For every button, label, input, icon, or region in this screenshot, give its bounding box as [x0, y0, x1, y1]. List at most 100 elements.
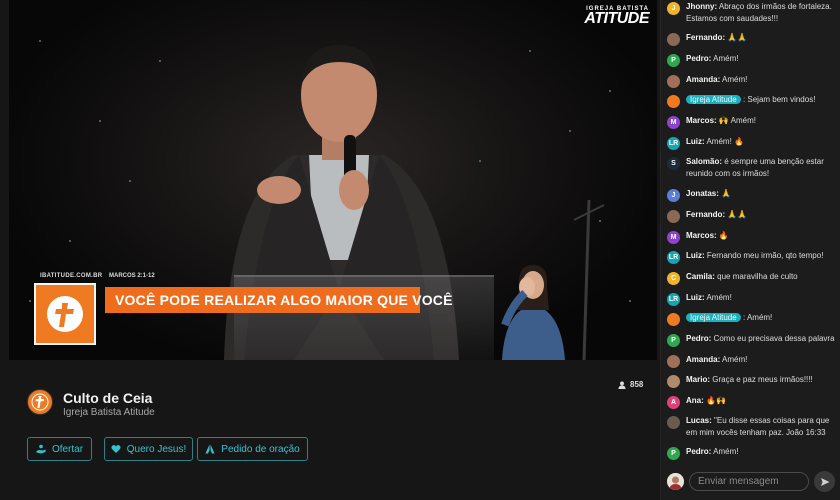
- chat-message-text: Fernando: 🙏🙏: [686, 32, 747, 44]
- chat-message-text: Pedro: Como eu precisava dessa palavra: [686, 333, 835, 345]
- chat-message-body: Amém!: [722, 355, 748, 364]
- chat-author[interactable]: Camila:: [686, 272, 715, 281]
- chat-message-text: Lucas: "Eu disse essas coisas para que e…: [686, 415, 839, 439]
- user-photo-icon: [667, 473, 684, 490]
- chat-author[interactable]: Fernando:: [686, 33, 725, 42]
- stream-title: Culto de Ceia: [63, 390, 153, 406]
- chat-author[interactable]: Salomão:: [686, 157, 722, 166]
- chat-author[interactable]: Pedro:: [686, 54, 711, 63]
- send-button[interactable]: [814, 471, 835, 492]
- chat-message: Igreja Atitude : Amém!: [667, 312, 839, 326]
- chat-author[interactable]: Amanda:: [686, 75, 720, 84]
- chat-message-text: Luiz: Fernando meu irmão, qto tempo!: [686, 250, 823, 262]
- sign-language-interpreter: [501, 265, 565, 360]
- chat-message: J Jonatas: 🙏: [667, 188, 839, 202]
- chat-message: LR Luiz: Amém! 🔥: [667, 136, 839, 150]
- chat-avatar: [667, 75, 680, 88]
- chat-author[interactable]: Igreja Atitude: [686, 95, 741, 104]
- chat-message-text: Jhonny: Abraço dos irmãos de fortaleza. …: [686, 1, 839, 25]
- chat-message-body: que maravilha de culto: [717, 272, 798, 281]
- chat-author[interactable]: Pedro:: [686, 334, 711, 343]
- chat-avatar: C: [667, 272, 680, 285]
- chat-avatar: [667, 313, 680, 326]
- chat-message-body: 🙏: [721, 189, 732, 198]
- chat-message-body: Fernando meu irmão, qto tempo!: [706, 251, 824, 260]
- chat-message: Fernando: 🙏🙏: [667, 32, 839, 46]
- chat-compose: [661, 468, 840, 496]
- chat-author[interactable]: Pedro:: [686, 447, 711, 456]
- give-hand-icon: [36, 444, 46, 454]
- chat-message-body: : Sejam bem vindos!: [742, 95, 816, 104]
- chat-author[interactable]: Jhonny:: [686, 2, 717, 11]
- chat-message: Lucas: "Eu disse essas coisas para que e…: [667, 415, 839, 439]
- prayer-request-button[interactable]: Pedido de oração: [197, 437, 308, 461]
- chat-message-body: 🙏🙏: [727, 33, 748, 42]
- chat-author[interactable]: Fernando:: [686, 210, 725, 219]
- chat-message-body: Amém! 🔥: [706, 137, 744, 146]
- chat-avatar: S: [667, 157, 680, 170]
- chat-message: Amanda: Amém!: [667, 74, 839, 88]
- chat-message: LR Luiz: Amém!: [667, 292, 839, 306]
- chat-author[interactable]: Mario:: [686, 375, 710, 384]
- cross-logo-icon: [31, 393, 49, 411]
- praying-hands-icon: [205, 444, 215, 454]
- chat-message-text: Camila: que maravilha de culto: [686, 271, 798, 283]
- chat-message-text: Luiz: Amém! 🔥: [686, 136, 744, 148]
- website-label: IBATITUDE.COM.BR: [40, 273, 103, 279]
- chat-message: P Pedro: Amém!: [667, 446, 839, 460]
- viewer-count-value: 858: [630, 380, 644, 389]
- offer-button[interactable]: Ofertar: [27, 437, 92, 461]
- my-avatar: [667, 473, 684, 490]
- chat-message-body: Amém!: [706, 293, 732, 302]
- chat-messages[interactable]: J Jhonny: Abraço dos irmãos de fortaleza.…: [661, 0, 840, 462]
- person-icon: [618, 380, 626, 389]
- send-arrow-icon: [820, 477, 829, 486]
- chat-author[interactable]: Luiz:: [686, 137, 705, 146]
- chat-avatar: [667, 33, 680, 46]
- want-jesus-label: Quero Jesus!: [126, 443, 187, 455]
- chat-author[interactable]: Marcos:: [686, 231, 717, 240]
- chat-message-text: Luiz: Amém!: [686, 292, 732, 304]
- chat-message: M Marcos: 🔥: [667, 230, 839, 244]
- chat-avatar: [667, 95, 680, 108]
- chat-avatar: P: [667, 447, 680, 460]
- chat-author[interactable]: Luiz:: [686, 293, 705, 302]
- chat-author[interactable]: Ana:: [686, 396, 704, 405]
- chat-avatar: [667, 416, 680, 429]
- chat-message-body: 🔥: [718, 231, 729, 240]
- verse-reference: MARCOS 2:1-12: [109, 273, 155, 279]
- chat-avatar: LR: [667, 251, 680, 264]
- church-logo-badge: [34, 283, 96, 345]
- chat-avatar: [667, 355, 680, 368]
- video-player[interactable]: IGREJA BATISTA ATITUDE IBATITUDE.COM.BR …: [9, 0, 657, 360]
- chat-author[interactable]: Luiz:: [686, 251, 705, 260]
- chat-avatar: P: [667, 54, 680, 67]
- brand-name-text: ATITUDE: [584, 10, 649, 27]
- offer-button-label: Ofertar: [51, 443, 84, 455]
- chat-message-body: : Amém!: [742, 313, 773, 322]
- chat-author[interactable]: Marcos:: [686, 116, 717, 125]
- chat-message: Amanda: Amém!: [667, 354, 839, 368]
- want-jesus-button[interactable]: Quero Jesus!: [104, 437, 193, 461]
- channel-avatar[interactable]: [27, 389, 53, 415]
- chat-avatar: LR: [667, 293, 680, 306]
- chat-message-input[interactable]: [689, 472, 809, 491]
- chat-message-text: Igreja Atitude : Amém!: [686, 312, 772, 324]
- chat-avatar: J: [667, 2, 680, 15]
- chat-author[interactable]: Amanda:: [686, 355, 720, 364]
- channel-name: Igreja Batista Atitude: [63, 407, 155, 418]
- live-chat: J Jhonny: Abraço dos irmãos de fortaleza.…: [660, 0, 840, 500]
- chat-message: LR Luiz: Fernando meu irmão, qto tempo!: [667, 250, 839, 264]
- chat-message: Fernando: 🙏🙏: [667, 209, 839, 223]
- chat-message-body: 🔥🙌: [706, 396, 726, 405]
- chat-avatar: P: [667, 334, 680, 347]
- chat-message-text: Fernando: 🙏🙏: [686, 209, 747, 221]
- chat-author[interactable]: Lucas:: [686, 416, 712, 425]
- chat-message-body: Amém!: [722, 75, 748, 84]
- cross-logo-icon: [47, 296, 83, 332]
- chat-avatar: J: [667, 189, 680, 202]
- chat-message-body: 🙏🙏: [727, 210, 748, 219]
- chat-author[interactable]: Jonatas:: [686, 189, 719, 198]
- chat-author[interactable]: Igreja Atitude: [686, 313, 741, 322]
- chat-message: S Salomão: é sempre uma benção estar reun…: [667, 156, 839, 180]
